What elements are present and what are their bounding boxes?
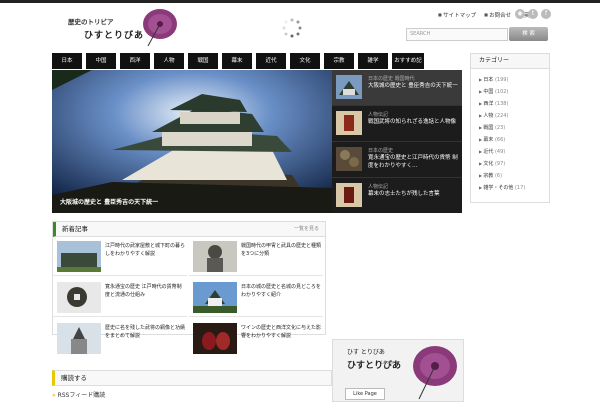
facebook-likes-text: Likes bbox=[381, 360, 394, 366]
category-item[interactable]: 中国 (102) bbox=[479, 86, 549, 98]
slider-list: 日本の歴史 戦国時代 大阪城の歴史と 豊臣秀吉の天下統一 人物伝記 戦国武将の知… bbox=[332, 70, 462, 213]
more-link[interactable]: 一覧を見る bbox=[294, 222, 319, 236]
umbrella-icon bbox=[413, 346, 457, 400]
category-item[interactable]: 雑学・その他 (17) bbox=[479, 182, 549, 194]
loading-spinner-icon bbox=[282, 18, 302, 38]
site-logo[interactable]: 歴史のトリビア ひすとりびあ bbox=[58, 8, 177, 50]
category-heading: カテゴリー bbox=[471, 54, 549, 69]
slide-category: 人物伝記 bbox=[368, 112, 389, 118]
slide-category: 日本の歴史 bbox=[368, 148, 394, 154]
nav-item-west[interactable]: 西洋 bbox=[120, 53, 150, 69]
nav-item-recommended[interactable]: おすすめ記事 bbox=[392, 53, 424, 80]
search-button[interactable]: 検 索 bbox=[509, 27, 548, 41]
slide-thumbnail bbox=[336, 147, 362, 171]
nav-item-bakumatsu[interactable]: 幕末 bbox=[222, 53, 252, 69]
category-item[interactable]: 宗教 (6) bbox=[479, 170, 549, 182]
post-title: 歴史に名を残した武将の銅像と功績をまとめて解説 bbox=[105, 325, 186, 339]
facebook-icon[interactable]: f bbox=[541, 9, 551, 19]
recent-posts: 新着記事 一覧を見る 江戸時代の武家屋敷と城下町の暮らしをわかりやすく解説 戦国… bbox=[52, 221, 326, 354]
twitter-icon[interactable]: t bbox=[528, 9, 538, 19]
post-item[interactable]: ワインの歴史と西洋文化に与えた影響をわかりやすく解説 bbox=[189, 319, 323, 357]
post-title: 江戸時代の武家屋敷と城下町の暮らしをわかりやすく解説 bbox=[105, 243, 186, 257]
nav-item-japan[interactable]: 日本 bbox=[52, 53, 82, 69]
slide-item[interactable]: 日本の歴史 戦国時代 大阪城の歴史と 豊臣秀吉の天下統一 bbox=[332, 70, 462, 106]
post-thumbnail bbox=[193, 323, 237, 354]
slide-title: 戦国武将の知られざる逸話と人物像 bbox=[368, 119, 457, 125]
category-item[interactable]: 近代 (49) bbox=[479, 146, 549, 158]
slider-caption: 大阪城の歴史と 豊臣秀吉の天下統一 bbox=[60, 199, 159, 206]
category-item[interactable]: 文化 (97) bbox=[479, 158, 549, 170]
post-item[interactable]: 江戸時代の武家屋敷と城下町の暮らしをわかりやすく解説 bbox=[53, 237, 187, 276]
category-item[interactable]: 西洋 (138) bbox=[479, 98, 549, 110]
rss-icon[interactable]: ◉ bbox=[515, 9, 525, 19]
post-title: ワインの歴史と西洋文化に与えた影響をわかりやすく解説 bbox=[241, 325, 322, 339]
logo-tagline: 歴史のトリビア bbox=[68, 18, 114, 26]
category-item[interactable]: 人物 (224) bbox=[479, 110, 549, 122]
category-item[interactable]: 幕末 (66) bbox=[479, 134, 549, 146]
post-item[interactable]: 日本の城の歴史と名城の見どころをわかりやすく紹介 bbox=[189, 278, 323, 317]
contact-link[interactable]: お問合せ bbox=[484, 11, 511, 19]
post-title: 寛永通宝の歴史 江戸時代の貨幣制度と流通の仕組み bbox=[105, 284, 182, 298]
slide-item[interactable]: 人物伝記 戦国武将の知られざる逸話と人物像 bbox=[332, 106, 462, 142]
post-thumbnail bbox=[57, 323, 101, 354]
post-item[interactable]: 歴史に名を残した武将の銅像と功績をまとめて解説 bbox=[53, 319, 187, 357]
sitemap-link[interactable]: サイトマップ bbox=[438, 11, 476, 19]
nav-item-religion[interactable]: 宗教 bbox=[324, 53, 354, 69]
slide-thumbnail bbox=[336, 183, 362, 207]
subscribe-heading: 購読する bbox=[52, 370, 332, 386]
slide-category: 日本の歴史 戦国時代 bbox=[368, 76, 415, 82]
post-thumbnail bbox=[193, 282, 237, 313]
facebook-like-button[interactable]: Like Page bbox=[345, 388, 385, 400]
main-nav: 日本 中国 西洋 人物 戦国 幕末 近代 文化 宗教 雑学 おすすめ記事 bbox=[52, 53, 462, 80]
slide-title: 大阪城の歴史と 豊臣秀吉の天下統一 bbox=[368, 83, 458, 89]
logo-title: ひすとりびあ bbox=[84, 31, 145, 41]
nav-item-people[interactable]: 人物 bbox=[154, 53, 184, 69]
search-input[interactable]: SEARCH bbox=[406, 28, 508, 41]
slide-category: 人物伝記 bbox=[368, 184, 389, 190]
nav-item-sengoku[interactable]: 戦国 bbox=[188, 53, 218, 69]
facebook-widget[interactable]: ひす とりびあ ひすとりびあ Likes Like Page bbox=[332, 339, 464, 402]
social-icons: ◉ t f bbox=[515, 9, 551, 19]
recent-heading: 新着記事 一覧を見る bbox=[53, 222, 325, 237]
nav-item-china[interactable]: 中国 bbox=[86, 53, 116, 69]
post-thumbnail bbox=[57, 282, 101, 313]
post-thumbnail bbox=[193, 241, 237, 272]
category-widget: カテゴリー 日本 (199) 中国 (102) 西洋 (138) 人物 (224… bbox=[470, 53, 550, 203]
post-title: 日本の城の歴史と名城の見どころをわかりやすく紹介 bbox=[241, 284, 321, 298]
castle-image bbox=[52, 70, 332, 213]
category-item[interactable]: 日本 (199) bbox=[479, 74, 549, 86]
slide-thumbnail bbox=[336, 111, 362, 135]
umbrella-icon bbox=[143, 9, 177, 47]
nav-item-trivia[interactable]: 雑学 bbox=[358, 53, 388, 69]
post-item[interactable]: 戦国時代の甲冑と武具の歴史と種類を3つに分類 bbox=[189, 237, 323, 276]
featured-slider[interactable]: 大阪城の歴史と 豊臣秀吉の天下統一 bbox=[52, 70, 332, 213]
category-item[interactable]: 戦国 (23) bbox=[479, 122, 549, 134]
post-item[interactable]: 寛永通宝の歴史 江戸時代の貨幣制度と流通の仕組み bbox=[53, 278, 187, 317]
post-thumbnail bbox=[57, 241, 101, 272]
nav-item-culture[interactable]: 文化 bbox=[290, 53, 320, 69]
nav-item-modern[interactable]: 近代 bbox=[256, 53, 286, 69]
top-bar bbox=[0, 0, 600, 3]
facebook-page-small-name: ひす とりびあ bbox=[347, 349, 385, 356]
slide-thumbnail bbox=[336, 75, 362, 99]
slide-item[interactable]: 人物伝記 幕末の志士たちが残した言葉 bbox=[332, 178, 462, 213]
slide-title: 寛永通宝の歴史と江戸時代の貨幣 制度をわかりやすく... bbox=[368, 155, 458, 169]
post-title: 戦国時代の甲冑と武具の歴史と種類を3つに分類 bbox=[241, 243, 322, 257]
slide-title: 幕末の志士たちが残した言葉 bbox=[368, 191, 440, 197]
slide-item[interactable]: 日本の歴史 寛永通宝の歴史と江戸時代の貨幣 制度をわかりやすく... bbox=[332, 142, 462, 178]
rss-feed-link[interactable]: RSSフィード購読 bbox=[52, 390, 106, 399]
